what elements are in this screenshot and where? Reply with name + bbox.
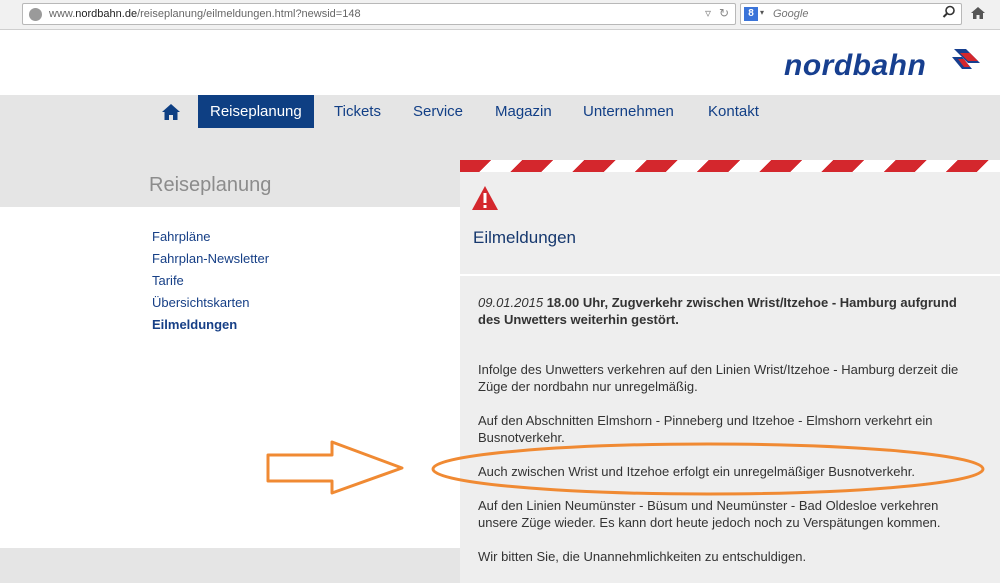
sidebar-item-newsletter[interactable]: Fahrplan-Newsletter (152, 251, 269, 273)
sidebar-item-tarife[interactable]: Tarife (152, 273, 269, 295)
browser-home-icon[interactable] (970, 5, 986, 26)
alert-paragraph: Wir bitten Sie, die Unannehmlichkeiten z… (478, 549, 807, 564)
section-title: Reiseplanung (149, 174, 272, 196)
main-nav: Reiseplanung Tickets Service Magazin Unt… (0, 95, 1000, 130)
alert-paragraph: Infolge des Unwetters verkehren auf den … (478, 362, 959, 394)
alert-date: 09.01.2015 (478, 295, 544, 310)
dropdown-arrow-icon[interactable]: ▿ (705, 6, 711, 20)
warning-stripe (460, 160, 1000, 172)
url-domain: nordbahn.de (75, 8, 138, 20)
annotation-arrow (266, 440, 404, 495)
nav-home-button[interactable] (155, 95, 187, 128)
browser-toolbar: www.nordbahn.de/reiseplanung/eilmeldunge… (0, 0, 1000, 30)
warning-icon (471, 185, 499, 216)
nav-unternehmen[interactable]: Unternehmen (571, 95, 686, 128)
alert-headline: 09.01.2015 18.00 Uhr, Zugverkehr zwische… (478, 294, 978, 328)
engine-dropdown-icon[interactable]: ▾ (760, 8, 764, 17)
page: www.nordbahn.de/reiseplanung/eilmeldunge… (0, 0, 1000, 583)
panel-divider (460, 274, 1000, 276)
search-input[interactable] (773, 8, 923, 20)
logo-stripes-icon (950, 45, 984, 78)
nav-reiseplanung[interactable]: Reiseplanung (198, 95, 314, 128)
footer-band (0, 548, 460, 583)
sidebar-item-fahrplaene[interactable]: Fahrpläne (152, 229, 269, 251)
search-box[interactable]: 8 ▾ (740, 3, 962, 25)
address-text[interactable]: www.nordbahn.de/reiseplanung/eilmeldunge… (49, 8, 361, 20)
sidebar-item-uebersichtskarten[interactable]: Übersichtskarten (152, 295, 269, 317)
alert-panel: Eilmeldungen 09.01.2015 18.00 Uhr, Zugve… (460, 160, 1000, 583)
google-icon[interactable]: 8 (744, 7, 758, 21)
nav-kontakt[interactable]: Kontakt (696, 95, 771, 128)
site-header: nordbahn (0, 31, 1000, 95)
alert-headline-text: 18.00 Uhr, Zugverkehr zwischen Wrist/Itz… (478, 295, 957, 327)
nav-service[interactable]: Service (401, 95, 475, 128)
panel-title: Eilmeldungen (473, 228, 577, 247)
nav-magazin[interactable]: Magazin (483, 95, 564, 128)
sidebar-menu: Fahrpläne Fahrplan-Newsletter Tarife Übe… (152, 229, 269, 339)
sidebar-item-eilmeldungen[interactable]: Eilmeldungen (152, 317, 269, 339)
alert-paragraph: Auf den Linien Neumünster - Büsum und Ne… (478, 498, 941, 530)
reload-icon[interactable]: ↻ (719, 6, 729, 20)
alert-paragraph-highlighted: Auch zwischen Wrist und Itzehoe erfolgt … (478, 464, 915, 479)
address-bar[interactable]: www.nordbahn.de/reiseplanung/eilmeldunge… (22, 3, 736, 25)
nav-tickets[interactable]: Tickets (322, 95, 393, 128)
globe-icon (29, 8, 42, 21)
search-icon[interactable] (942, 5, 956, 22)
alert-paragraph: Auf den Abschnitten Elmshorn - Pinneberg… (478, 413, 933, 445)
nordbahn-logo[interactable]: nordbahn (784, 49, 926, 83)
home-icon (162, 103, 180, 120)
alert-message: 09.01.2015 18.00 Uhr, Zugverkehr zwische… (478, 294, 978, 582)
